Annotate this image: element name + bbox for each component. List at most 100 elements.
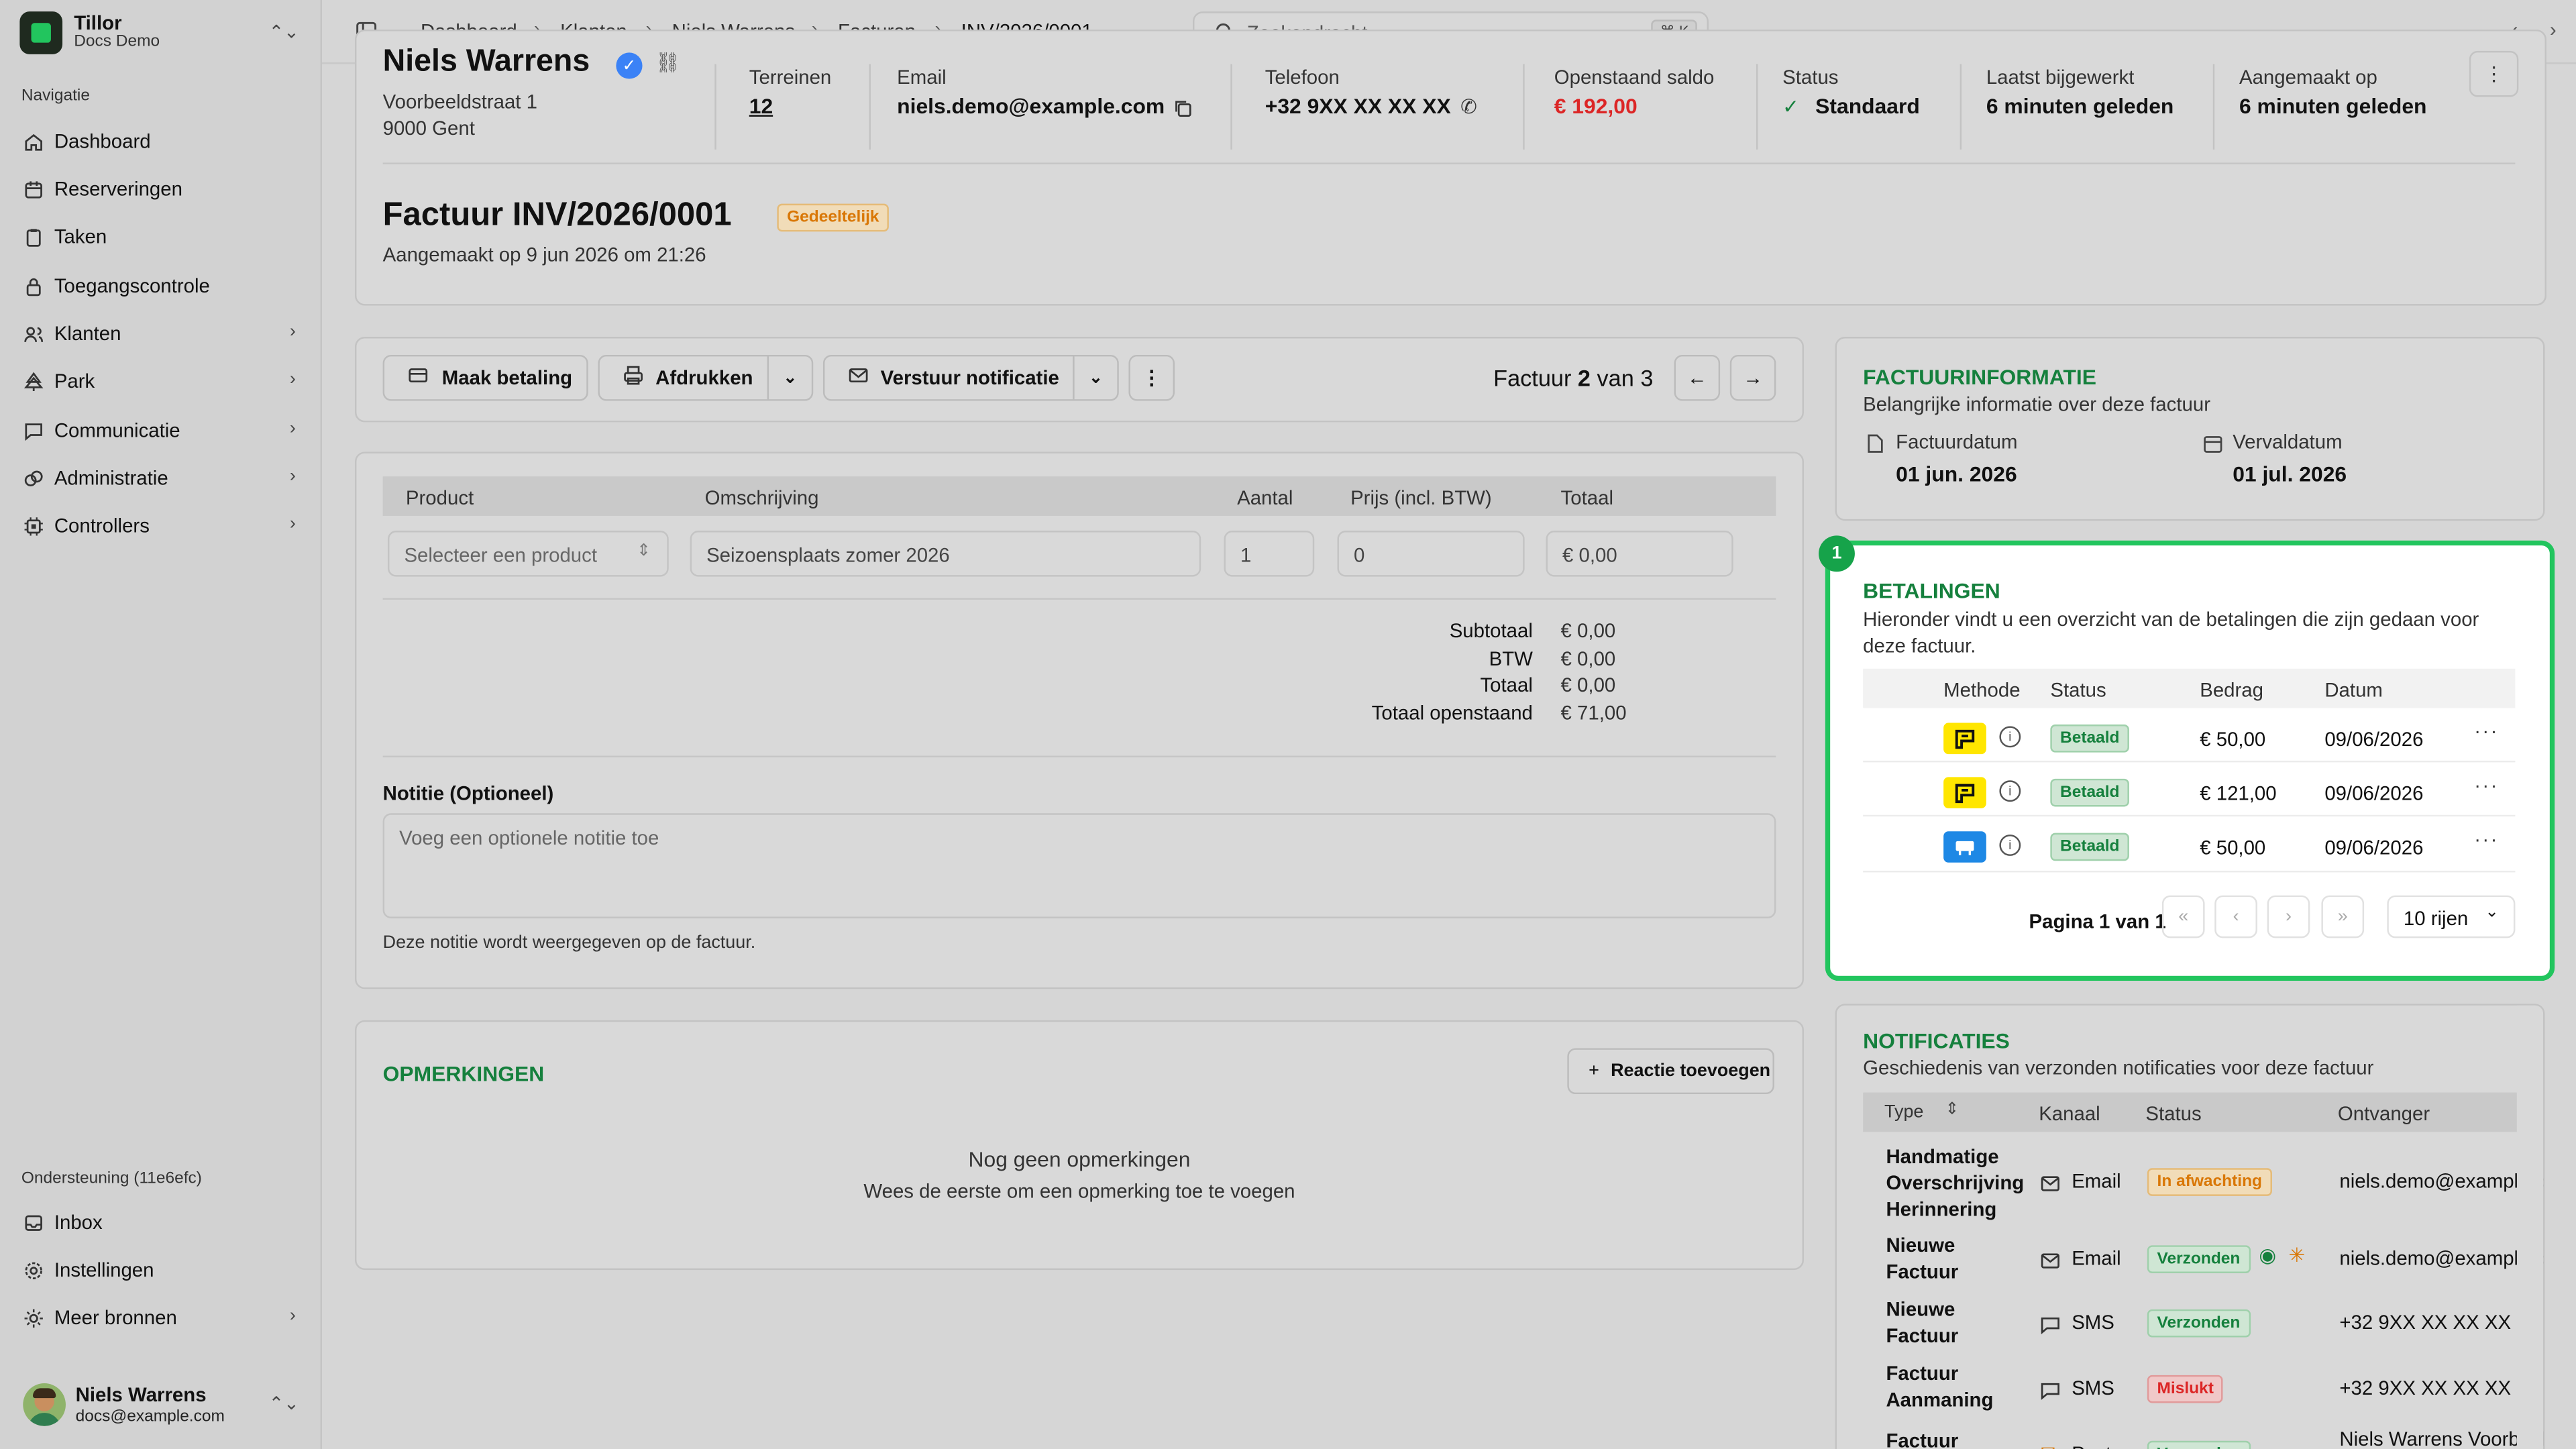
previous-invoice-button[interactable]: ←	[1674, 354, 1721, 401]
sidebar-item-label: Park	[54, 370, 95, 393]
sidebar-item-taken[interactable]: Taken	[10, 217, 309, 256]
customer-street: Voorbeeldstraat 1	[382, 90, 538, 113]
sidebar-item-label: Inbox	[54, 1210, 103, 1234]
bank-card-icon	[1943, 831, 1986, 863]
notification-status-badge: Mislukt	[2147, 1375, 2224, 1403]
column-header: Aantal	[1237, 486, 1293, 510]
due-date-label: Vervaldatum	[2233, 430, 2343, 453]
forward-arrow-icon[interactable]: ›	[2550, 18, 2557, 41]
tillor-logo	[19, 11, 63, 54]
chevron-right-icon: ›	[289, 322, 296, 342]
column-header: Bedrag	[2200, 678, 2263, 702]
invoice-counter: Factuur 2 van 3	[1493, 365, 1653, 391]
phone-icon[interactable]: ✆	[1460, 95, 1477, 118]
credit-card-icon	[407, 365, 429, 391]
sidebar-item-instellingen[interactable]: Instellingen	[10, 1250, 309, 1290]
sun-icon	[21, 1306, 44, 1329]
payment-date: 09/06/2026	[2324, 836, 2424, 859]
notification-status-badge: Verzonden	[2147, 1245, 2251, 1273]
remarks-empty-title: Nog geen opmerkingen	[968, 1146, 1191, 1172]
info-icon[interactable]: i	[1999, 780, 2021, 802]
first-page-button[interactable]: «	[2161, 895, 2205, 938]
pagination-label: Pagina 1 van 1	[2029, 910, 2166, 934]
sparkle-icon[interactable]: ✳	[2288, 1244, 2305, 1267]
totals-values: € 0,00 € 0,00 € 0,00 € 71,00	[1561, 618, 1627, 727]
sidebar-item-administratie[interactable]: Administratie ›	[10, 458, 309, 498]
sort-icon[interactable]: ⇕	[1945, 1101, 1960, 1119]
column-header: Datum	[2324, 678, 2383, 702]
row-actions-icon[interactable]: ···	[2474, 828, 2499, 851]
avatar	[23, 1383, 66, 1426]
sidebar-item-inbox[interactable]: Inbox	[10, 1203, 309, 1242]
user-menu[interactable]: Niels Warrens docs@example.com ⌃⌄	[16, 1377, 305, 1436]
sidebar-item-meer-bronnen[interactable]: Meer bronnen ›	[10, 1298, 309, 1338]
info-icon[interactable]: i	[1999, 835, 2021, 856]
invoice-counter-number: 2	[1577, 364, 1591, 391]
info-icon[interactable]: i	[1999, 726, 2021, 748]
chevron-right-icon: ›	[289, 514, 296, 534]
link-icon[interactable]: ⛓	[655, 51, 680, 74]
column-header: Omschrijving	[704, 486, 819, 510]
chevron-right-icon: ›	[289, 466, 296, 486]
sidebar-item-reserveringen[interactable]: Reserveringen	[10, 169, 309, 209]
copy-icon[interactable]	[1173, 97, 1193, 126]
support-heading: Ondersteuning (11e6efc)	[21, 1169, 202, 1188]
last-page-button[interactable]: »	[2321, 895, 2365, 938]
quantity-input[interactable]: 1	[1224, 531, 1315, 577]
send-notification-button[interactable]: Verstuur notificatie	[822, 354, 1075, 401]
sidebar-item-label: Dashboard	[54, 129, 151, 153]
sidebar-item-communicatie[interactable]: Communicatie ›	[10, 411, 309, 450]
notification-status-badge: In afwachting	[2147, 1168, 2272, 1196]
more-actions-button[interactable]: ⋮	[1128, 354, 1175, 401]
stat-label: Openstaand saldo	[1554, 65, 1715, 89]
more-options-button[interactable]: ⋮	[2469, 50, 2519, 97]
workspace-switcher[interactable]: Tillor Docs Demo ⌃⌄	[19, 10, 302, 56]
next-page-button[interactable]: ›	[2267, 895, 2310, 938]
remarks-empty-subtitle: Wees de eerste om een opmerking toe te v…	[863, 1179, 1295, 1203]
sidebar-item-controllers[interactable]: Controllers ›	[10, 506, 309, 545]
product-select[interactable]: Selecteer een product ⇕	[387, 531, 669, 577]
next-invoice-button[interactable]: →	[1729, 354, 1776, 401]
column-header-sortable[interactable]: Type	[1884, 1102, 1923, 1122]
clipboard-icon	[21, 225, 44, 248]
add-remark-button[interactable]: + Reactie toevoegen	[1567, 1048, 1774, 1095]
notification-recipient: Niels Warrens Voorbeeldstraat 1	[2339, 1428, 2543, 1449]
sidebar-item-label: Instellingen	[54, 1258, 154, 1282]
payconiq-icon	[1943, 722, 1986, 755]
chevrons-up-down-icon: ⌃⌄	[268, 1395, 299, 1415]
stat-label: Email	[897, 65, 947, 89]
invoice-counter-suffix: van 3	[1597, 364, 1654, 391]
mail-icon	[2041, 1248, 2060, 1278]
app-window: Tillor Docs Demo ⌃⌄ Navigatie Dashboard …	[0, 0, 2576, 1449]
previous-page-button[interactable]: ‹	[2214, 895, 2257, 938]
notification-type: Nieuwe Factuur	[1886, 1234, 1959, 1283]
notification-options-dropdown[interactable]: ⌄	[1073, 354, 1119, 401]
make-payment-button[interactable]: Maak betaling	[382, 354, 588, 401]
notification-channel: SMS	[2072, 1377, 2114, 1400]
rows-per-page-select[interactable]: 10 rijen ⌄	[2387, 895, 2516, 938]
payment-date: 09/06/2026	[2324, 727, 2424, 751]
notification-channel: Post	[2072, 1442, 2111, 1449]
nav-heading: Navigatie	[21, 87, 90, 105]
column-header: Ontvanger	[2337, 1102, 2430, 1126]
print-options-dropdown[interactable]: ⌄	[767, 354, 814, 401]
sidebar-item-klanten[interactable]: Klanten ›	[10, 314, 309, 354]
price-input[interactable]: 0	[1337, 531, 1525, 577]
message-icon	[2041, 1379, 2060, 1408]
description-input[interactable]: Seizoensplaats zomer 2026	[690, 531, 1201, 577]
print-button[interactable]: Afdrukken	[598, 354, 769, 401]
eye-icon[interactable]: ◉	[2259, 1244, 2276, 1267]
sidebar-item-toegangscontrole[interactable]: Toegangscontrole	[10, 266, 309, 306]
sidebar-item-dashboard[interactable]: Dashboard	[10, 121, 309, 161]
column-header: Totaal	[1560, 486, 1613, 510]
coins-icon	[21, 467, 44, 490]
invoice-date-label: Factuurdatum	[1896, 430, 2018, 453]
customer-phone: +32 9XX XX XX XX	[1265, 93, 1451, 119]
row-actions-icon[interactable]: ···	[2474, 773, 2499, 796]
terrains-count-link[interactable]: 12	[749, 94, 773, 119]
note-textarea[interactable]: Voeg een optionele notitie toe	[382, 813, 1776, 918]
row-actions-icon[interactable]: ···	[2474, 720, 2499, 743]
sidebar-item-label: Taken	[54, 225, 107, 248]
sidebar-item-park[interactable]: Park ›	[10, 362, 309, 401]
callout-number-badge: 1	[1819, 535, 1855, 572]
